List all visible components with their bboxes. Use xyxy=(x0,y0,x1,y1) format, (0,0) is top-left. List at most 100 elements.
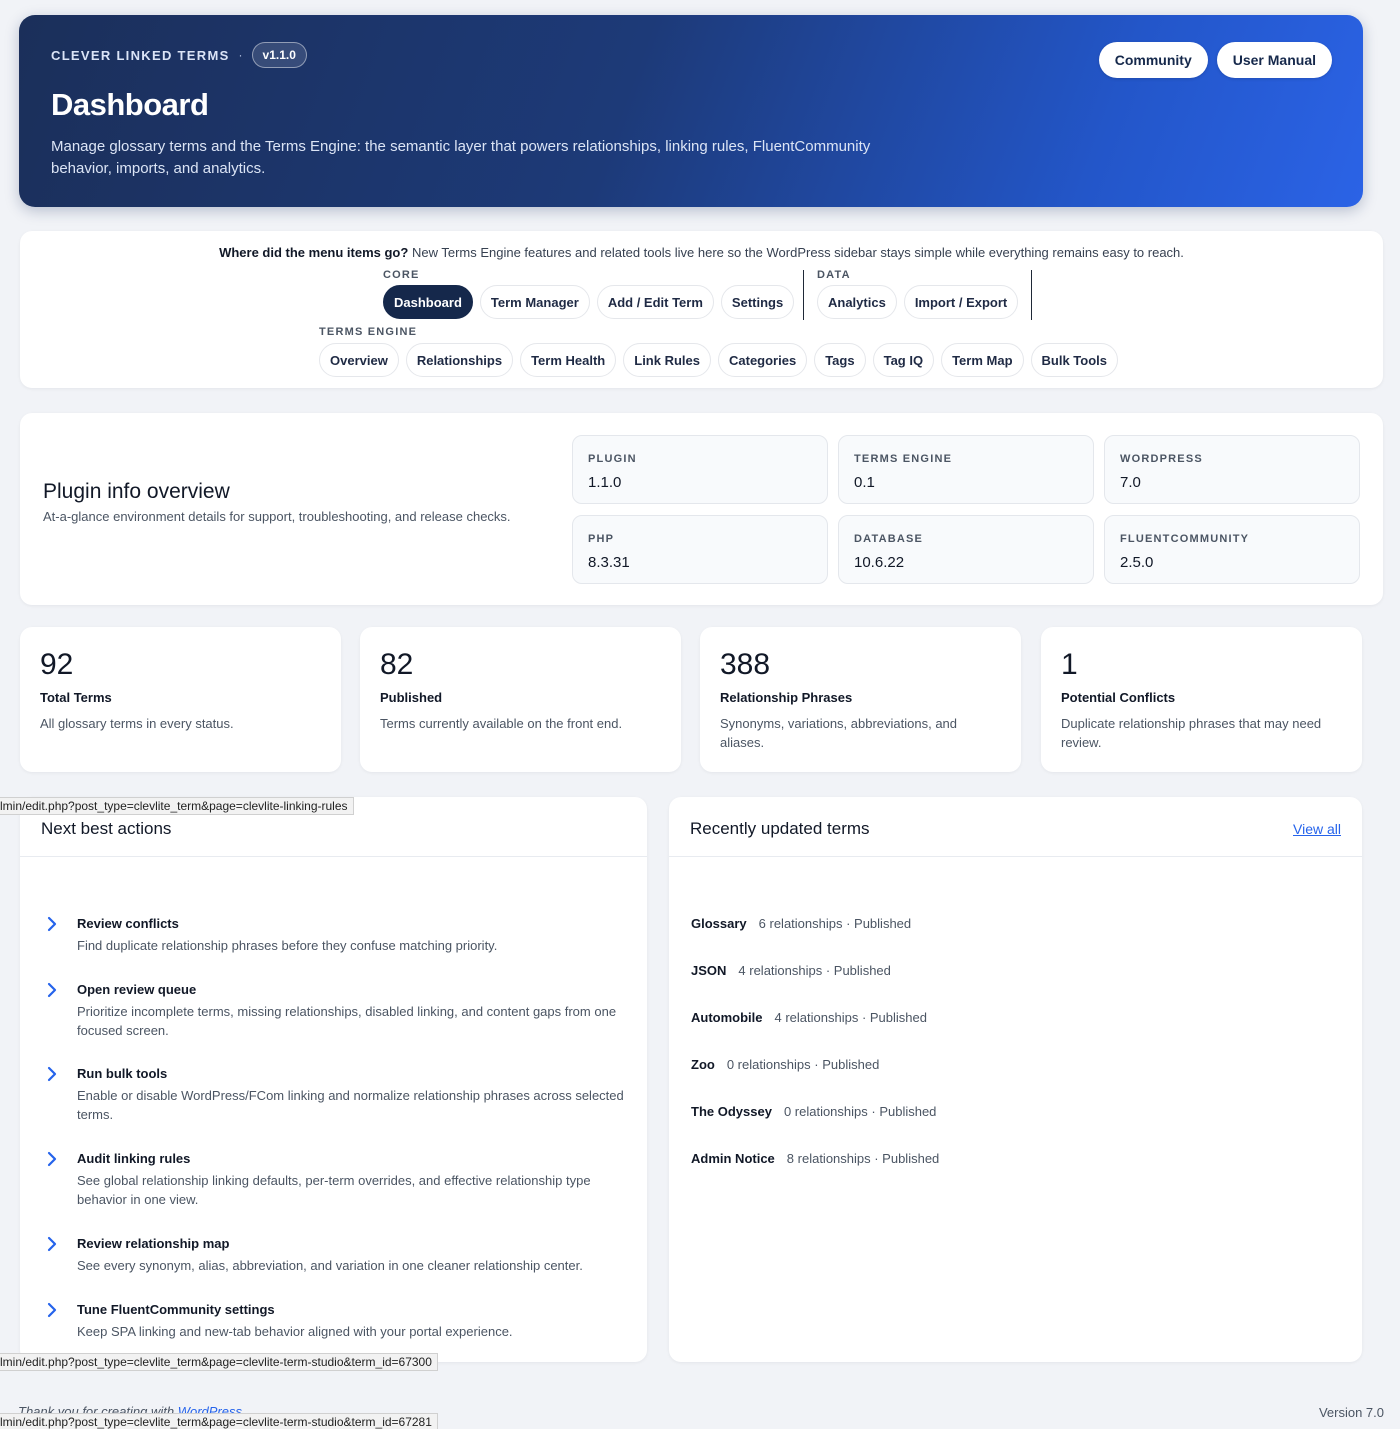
tab-term-map[interactable]: Term Map xyxy=(941,343,1024,377)
next-best-actions-panel: Next best actions Review conflicts Find … xyxy=(20,797,647,1362)
core-tabs: Dashboard Term Manager Add / Edit Term S… xyxy=(383,285,795,319)
stat-card-total-terms: 92 Total Terms All glossary terms in eve… xyxy=(20,627,341,772)
status-url-tooltip: lmin/edit.php?post_type=clevlite_term&pa… xyxy=(0,1413,438,1429)
group-label-terms-engine: TERMS ENGINE xyxy=(319,326,418,338)
stat-number: 82 xyxy=(380,648,414,681)
tab-dashboard[interactable]: Dashboard xyxy=(383,285,473,319)
action-description: Find duplicate relationship phrases befo… xyxy=(77,938,498,953)
recent-term-meta: 0 relationships · Published xyxy=(726,1057,880,1072)
panel-title: Next best actions xyxy=(41,819,172,838)
recent-term-name[interactable]: Automobile xyxy=(691,1010,763,1025)
chevron-right-icon xyxy=(47,1066,57,1082)
info-value: 2.5.0 xyxy=(1120,554,1154,571)
info-fluentcommunity: FLUENTCOMMUNITY 2.5.0 xyxy=(1104,515,1360,584)
tab-tags[interactable]: Tags xyxy=(814,343,866,377)
panel-header: Recently updated terms View all xyxy=(669,797,1362,857)
recent-term-name[interactable]: The Odyssey xyxy=(691,1104,772,1119)
recent-term-name[interactable]: Glossary xyxy=(691,916,747,931)
recent-term-row[interactable]: Glossary 6 relationships · Published xyxy=(691,916,911,931)
tab-tag-iq[interactable]: Tag IQ xyxy=(872,343,935,377)
panel-title: Recently updated terms xyxy=(690,819,870,838)
stat-description: Terms currently available on the front e… xyxy=(380,716,623,731)
tab-settings[interactable]: Settings xyxy=(720,285,795,319)
info-value: 0.1 xyxy=(854,474,875,491)
tab-term-manager[interactable]: Term Manager xyxy=(479,285,590,319)
tab-add-edit-term[interactable]: Add / Edit Term xyxy=(596,285,714,319)
action-title: Tune FluentCommunity settings xyxy=(77,1302,275,1317)
brand-separator: · xyxy=(238,48,243,62)
status-url-tooltip: lmin/edit.php?post_type=clevlite_term&pa… xyxy=(0,797,354,815)
info-wordpress: WORDPRESS 7.0 xyxy=(1104,435,1360,504)
chevron-right-icon xyxy=(47,1236,57,1252)
stat-label: Relationship Phrases xyxy=(720,690,853,705)
footer-version: Version 7.0 xyxy=(1318,1405,1384,1420)
action-title: Review relationship map xyxy=(77,1236,230,1251)
stat-card-published: 82 Published Terms currently available o… xyxy=(360,627,681,772)
info-key: DATABASE xyxy=(854,533,924,545)
tab-import-export[interactable]: Import / Export xyxy=(903,285,1019,319)
chevron-right-icon xyxy=(47,916,57,932)
info-value: 1.1.0 xyxy=(588,474,622,491)
plugin-info-subtitle: At-a-glance environment details for supp… xyxy=(43,509,511,524)
stat-description: Synonyms, variations, abbreviations, and… xyxy=(720,716,958,750)
action-title: Open review queue xyxy=(77,982,197,997)
tab-relationships[interactable]: Relationships xyxy=(405,343,514,377)
recent-term-name[interactable]: Admin Notice xyxy=(691,1151,775,1166)
navigation-card: Where did the menu items go? New Terms E… xyxy=(20,231,1383,388)
info-value: 7.0 xyxy=(1120,474,1141,491)
tab-overview[interactable]: Overview xyxy=(319,343,399,377)
stat-number: 1 xyxy=(1061,648,1078,681)
recent-term-row[interactable]: JSON 4 relationships · Published xyxy=(691,963,891,978)
version-badge: v1.1.0 xyxy=(251,42,307,68)
chevron-right-icon xyxy=(47,1151,57,1167)
stat-label: Potential Conflicts xyxy=(1061,690,1176,705)
info-database: DATABASE 10.6.22 xyxy=(838,515,1094,584)
group-divider xyxy=(803,270,804,320)
brand-name: CLEVER LINKED TERMS xyxy=(51,47,230,63)
chevron-right-icon xyxy=(47,1302,57,1318)
recent-term-row[interactable]: The Odyssey 0 relationships · Published xyxy=(691,1104,936,1119)
page-title: Dashboard xyxy=(51,87,209,122)
group-divider xyxy=(1031,270,1032,320)
recent-term-name[interactable]: JSON xyxy=(691,963,726,978)
user-manual-button[interactable]: User Manual xyxy=(1216,42,1332,78)
tab-link-rules[interactable]: Link Rules xyxy=(623,343,711,377)
page-description: Manage glossary terms and the Terms Engi… xyxy=(51,138,871,177)
info-key: WORDPRESS xyxy=(1120,453,1203,465)
recent-term-row[interactable]: Zoo 0 relationships · Published xyxy=(691,1057,879,1072)
recent-term-name[interactable]: Zoo xyxy=(691,1057,715,1072)
stat-label: Published xyxy=(380,690,443,705)
menu-note-heading: Where did the menu items go? xyxy=(219,245,409,260)
info-plugin: PLUGIN 1.1.0 xyxy=(572,435,828,504)
recently-updated-panel: Recently updated terms View all Glossary… xyxy=(669,797,1362,1362)
data-tabs: Analytics Import / Export xyxy=(817,285,1019,319)
plugin-info-title: Plugin info overview xyxy=(43,480,230,503)
info-terms-engine: TERMS ENGINE 0.1 xyxy=(838,435,1094,504)
info-php: PHP 8.3.31 xyxy=(572,515,828,584)
recent-term-meta: 4 relationships · Published xyxy=(738,963,891,978)
recent-term-meta: 0 relationships · Published xyxy=(783,1104,937,1119)
engine-tabs: Overview Relationships Term Health Link … xyxy=(319,343,1118,377)
tab-term-health[interactable]: Term Health xyxy=(520,343,617,377)
view-all-link[interactable]: View all xyxy=(1293,821,1341,837)
hero-header: CLEVER LINKED TERMS · v1.1.0 Dashboard M… xyxy=(19,15,1363,207)
stat-card-relationship-phrases: 388 Relationship Phrases Synonyms, varia… xyxy=(700,627,1021,772)
action-description: Enable or disable WordPress/FCom linking… xyxy=(77,1088,624,1122)
recent-term-row[interactable]: Automobile 4 relationships · Published xyxy=(691,1010,927,1025)
action-description: See every synonym, alias, abbreviation, … xyxy=(77,1258,583,1273)
info-value: 10.6.22 xyxy=(854,554,905,571)
tab-categories[interactable]: Categories xyxy=(718,343,808,377)
community-button[interactable]: Community xyxy=(1098,42,1208,78)
tab-analytics[interactable]: Analytics xyxy=(817,285,897,319)
recent-term-row[interactable]: Admin Notice 8 relationships · Published xyxy=(691,1151,939,1166)
info-value: 8.3.31 xyxy=(588,554,630,571)
plugin-info-card: Plugin info overview At-a-glance environ… xyxy=(20,413,1383,605)
info-key: PLUGIN xyxy=(588,453,637,465)
stat-card-potential-conflicts: 1 Potential Conflicts Duplicate relation… xyxy=(1041,627,1362,772)
action-title: Review conflicts xyxy=(77,916,179,931)
group-label-core: CORE xyxy=(383,269,420,281)
recent-term-meta: 8 relationships · Published xyxy=(786,1151,940,1166)
stat-number: 388 xyxy=(720,648,771,681)
tab-bulk-tools[interactable]: Bulk Tools xyxy=(1030,343,1118,377)
info-key: TERMS ENGINE xyxy=(854,453,953,465)
